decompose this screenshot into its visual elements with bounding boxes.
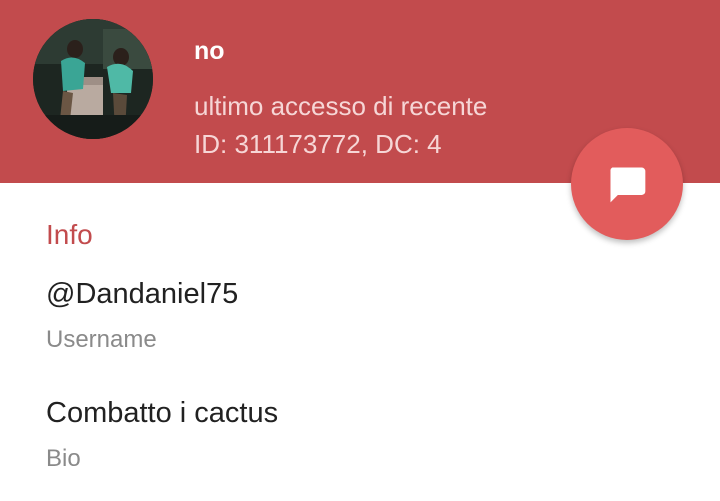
- last-seen-status: ultimo accesso di recente: [194, 91, 488, 121]
- bio-value[interactable]: Combatto i cactus: [46, 395, 278, 431]
- username-label: Username: [46, 326, 157, 353]
- avatar[interactable]: [33, 19, 153, 139]
- bio-label: Bio: [46, 445, 81, 472]
- chat-bubble-icon: [610, 167, 646, 203]
- user-id-dc: ID: 311173772, DC: 4: [194, 129, 442, 159]
- profile-name: no: [194, 37, 225, 65]
- username-value[interactable]: @Dandaniel75: [46, 276, 238, 312]
- send-message-button[interactable]: [571, 128, 683, 240]
- avatar-photo: [33, 19, 153, 139]
- info-section-title: Info: [46, 219, 93, 250]
